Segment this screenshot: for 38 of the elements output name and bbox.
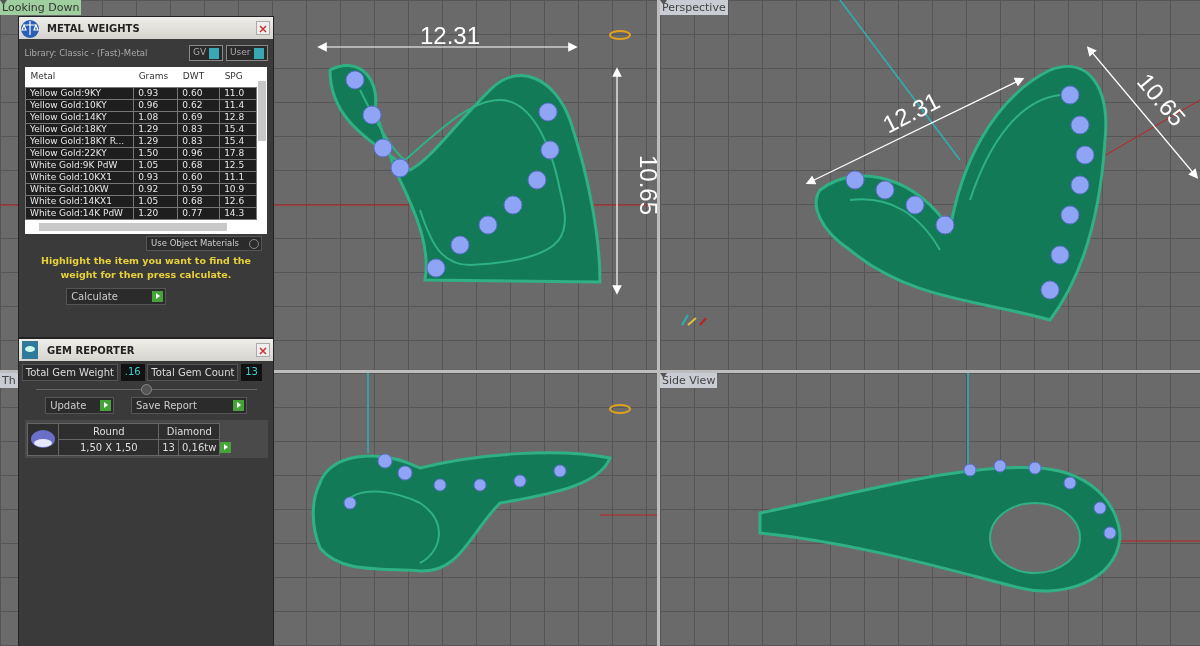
table-cell: Diamond — [158, 423, 220, 439]
gem-list-icon — [19, 339, 41, 361]
ring-icon — [609, 404, 631, 414]
scale-icon — [19, 17, 41, 39]
panel-title: METAL WEIGHTS — [47, 21, 140, 36]
round-gem-icon — [30, 428, 57, 450]
table-cell: 11.0 — [219, 87, 257, 99]
action-button[interactable]: Update — [45, 397, 115, 415]
go-button[interactable] — [220, 441, 232, 453]
action-button[interactable]: Save Report — [130, 397, 247, 415]
close-button[interactable] — [256, 343, 270, 357]
dimension-label: 10.65 — [635, 154, 657, 216]
table-cell: Yellow Gold:9KY — [25, 87, 134, 99]
calculate-button[interactable]: Calculate — [66, 287, 166, 305]
hint-text: Highlight the item you want to find the weight for then press calculate. — [40, 253, 252, 282]
field-label: Total Gem Weight — [21, 363, 118, 381]
dimension-label: 12.31 — [419, 22, 481, 49]
axis-line — [599, 514, 657, 516]
close-button[interactable] — [256, 21, 270, 35]
toggle-button[interactable]: User — [226, 45, 268, 61]
collapse-handle[interactable] — [140, 383, 152, 395]
viewport-tab[interactable]: Th — [0, 373, 18, 388]
dimension-label: 12.31 — [878, 86, 945, 139]
table-cell: Round — [58, 423, 159, 439]
axis-icon — [681, 314, 707, 326]
viewport-tab[interactable]: Side View — [660, 373, 718, 388]
value-field: 13 — [241, 363, 262, 381]
field-label: Total Gem Count — [147, 363, 239, 381]
value-field: .16 — [120, 363, 145, 381]
table-cell: 0.60 — [177, 87, 220, 99]
use-object-materials-button[interactable]: Use Object Materials — [146, 236, 262, 251]
ring-icon — [609, 30, 631, 40]
library-label: Library: Classic - (Fast)-Metal — [24, 46, 148, 60]
viewport-tab[interactable]: Looking Down — [0, 0, 82, 15]
panel-title: GEM REPORTER — [47, 343, 135, 358]
viewport-tab[interactable]: Perspective — [660, 0, 728, 15]
toggle-button[interactable]: GV — [189, 45, 224, 61]
table-cell: 0.93 — [133, 87, 178, 99]
